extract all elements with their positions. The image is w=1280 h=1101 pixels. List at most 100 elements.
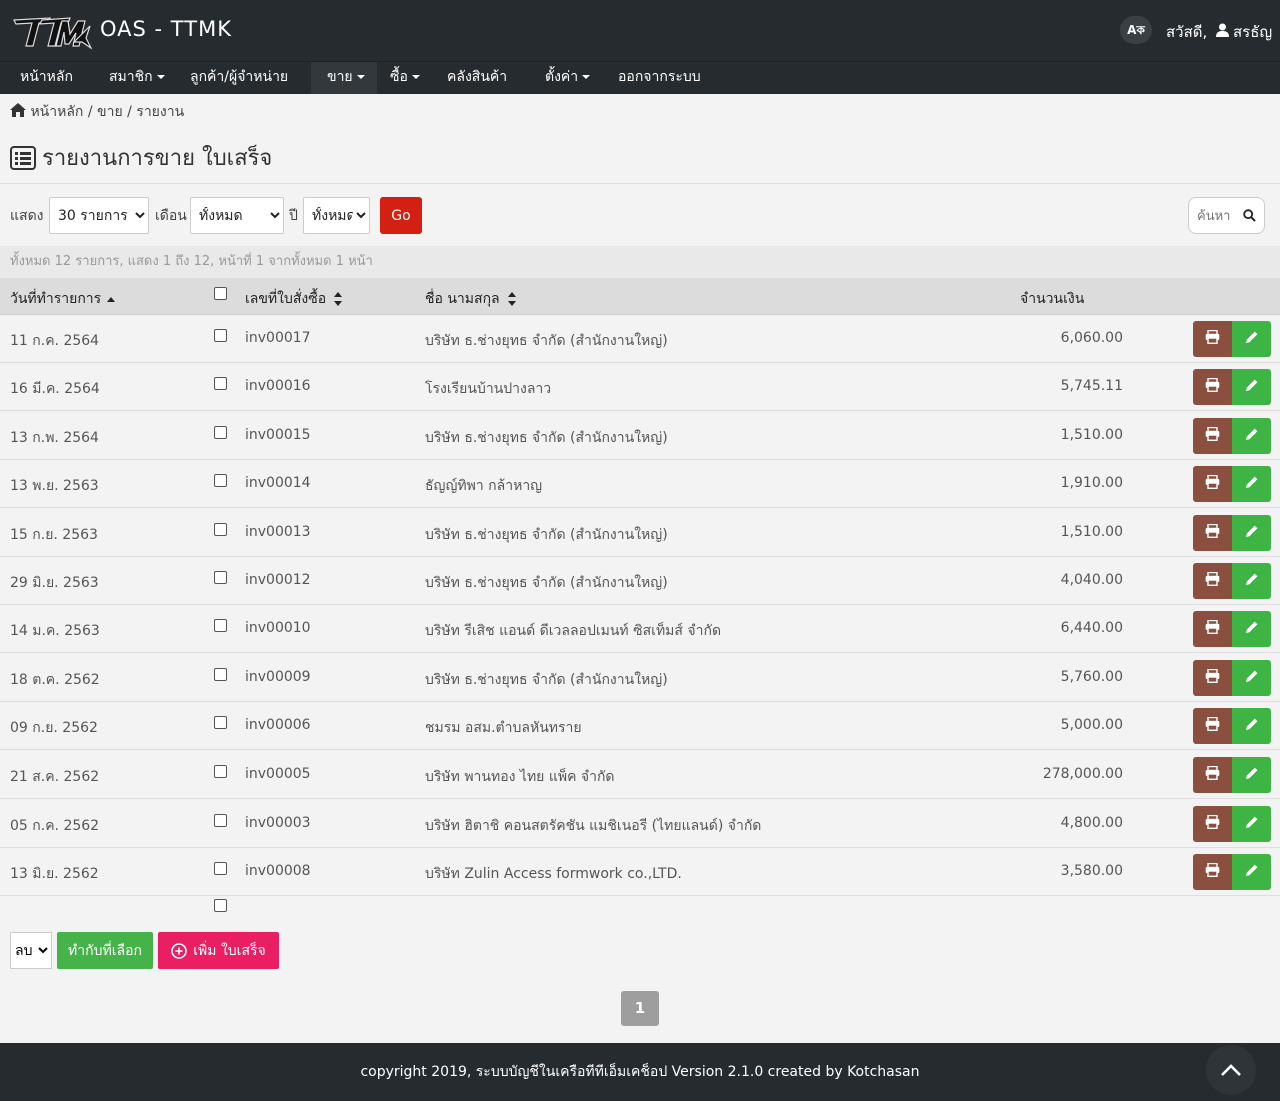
nav-settings[interactable]: ตั้งค่า bbox=[535, 62, 600, 94]
row-checkbox[interactable] bbox=[214, 523, 227, 540]
checkbox[interactable] bbox=[214, 474, 227, 487]
print-button[interactable] bbox=[1193, 708, 1232, 744]
row-checkbox[interactable] bbox=[214, 474, 227, 491]
pencil-icon bbox=[1245, 620, 1259, 638]
edit-button[interactable] bbox=[1232, 369, 1271, 405]
row-checkbox[interactable] bbox=[214, 619, 227, 636]
bulk-action-select[interactable]: ลบ bbox=[10, 932, 52, 969]
col-number-header[interactable]: เลขที่ใบสั่งซื้อ bbox=[245, 288, 343, 310]
row-checkbox[interactable] bbox=[214, 571, 227, 588]
page-1-button[interactable]: 1 bbox=[621, 991, 659, 1026]
checkbox[interactable] bbox=[214, 619, 227, 632]
print-icon bbox=[1205, 765, 1220, 784]
edit-button[interactable] bbox=[1232, 757, 1271, 793]
edit-button[interactable] bbox=[1232, 660, 1271, 696]
print-button[interactable] bbox=[1193, 854, 1232, 890]
breadcrumb-home[interactable]: หน้าหลัก bbox=[30, 104, 83, 120]
table-row: 09 ก.ย. 2562 inv00006 ชมรม อสม.ตำบลหันทราย… bbox=[0, 702, 1280, 750]
print-button[interactable] bbox=[1193, 660, 1232, 696]
row-checkbox[interactable] bbox=[214, 765, 227, 782]
app-title[interactable]: OAS - TTMK bbox=[100, 17, 232, 41]
breadcrumb-separator: / bbox=[127, 104, 132, 120]
checkbox[interactable] bbox=[214, 377, 227, 390]
edit-button[interactable] bbox=[1232, 611, 1271, 647]
row-number: inv00013 bbox=[245, 524, 311, 540]
col-date-header[interactable]: วันที่ทำรายการ bbox=[10, 288, 116, 310]
go-button[interactable]: Go bbox=[380, 197, 422, 234]
checkbox[interactable] bbox=[214, 287, 227, 300]
nav-inventory[interactable]: คลังสินค้า bbox=[437, 62, 517, 94]
checkbox[interactable] bbox=[214, 426, 227, 439]
main-nav: หน้าหลัก สมาชิก ลูกค้า/ผู้จำหน่าย ขาย ซื… bbox=[0, 61, 1280, 94]
row-date: 29 มิ.ย. 2563 bbox=[10, 575, 99, 591]
checkbox[interactable] bbox=[214, 765, 227, 778]
search-icon[interactable] bbox=[1243, 209, 1256, 222]
month-select[interactable]: ทั้งหมด bbox=[190, 197, 284, 234]
breadcrumb: หน้าหลัก / ขาย / รายงาน bbox=[10, 101, 184, 123]
edit-button[interactable] bbox=[1232, 708, 1271, 744]
print-button[interactable] bbox=[1193, 369, 1232, 405]
edit-button[interactable] bbox=[1232, 806, 1271, 842]
print-button[interactable] bbox=[1193, 466, 1232, 502]
nav-label: คลังสินค้า bbox=[447, 69, 508, 85]
search-box bbox=[1188, 197, 1265, 234]
edit-button[interactable] bbox=[1232, 854, 1271, 890]
show-count-select[interactable]: 30 รายการ bbox=[49, 197, 149, 234]
edit-button[interactable] bbox=[1232, 466, 1271, 502]
print-button[interactable] bbox=[1193, 611, 1232, 647]
row-checkbox[interactable] bbox=[214, 426, 227, 443]
row-amount: 5,760.00 bbox=[1060, 669, 1123, 685]
checkbox[interactable] bbox=[214, 862, 227, 875]
nav-logout[interactable]: ออกจากระบบ bbox=[608, 62, 711, 94]
checkbox[interactable] bbox=[214, 899, 227, 912]
select-all-checkbox[interactable] bbox=[214, 287, 227, 304]
nav-home[interactable]: หน้าหลัก bbox=[10, 62, 83, 94]
row-amount: 4,800.00 bbox=[1060, 815, 1123, 831]
row-date: 15 ก.ย. 2563 bbox=[10, 527, 98, 543]
checkbox[interactable] bbox=[214, 571, 227, 584]
breadcrumb-sales[interactable]: ขาย bbox=[97, 104, 123, 120]
edit-button[interactable] bbox=[1232, 321, 1271, 357]
print-button[interactable] bbox=[1193, 321, 1232, 357]
print-icon bbox=[1205, 862, 1220, 881]
apply-selected-button[interactable]: ทำกับที่เลือก bbox=[57, 932, 153, 969]
logo[interactable] bbox=[12, 12, 92, 52]
select-all-footer-checkbox[interactable] bbox=[214, 899, 227, 916]
row-checkbox[interactable] bbox=[214, 668, 227, 685]
user-greeting[interactable]: สวัสดี, สรธัญ bbox=[1166, 20, 1272, 44]
print-button[interactable] bbox=[1193, 563, 1232, 599]
nav-members[interactable]: สมาชิก bbox=[99, 62, 175, 94]
print-button[interactable] bbox=[1193, 757, 1232, 793]
add-receipt-button[interactable]: เพิ่ม ใบเสร็จ bbox=[158, 932, 279, 969]
checkbox[interactable] bbox=[214, 523, 227, 536]
row-checkbox[interactable] bbox=[214, 377, 227, 394]
table-row: 16 มี.ค. 2564 inv00016 โรงเรียนบ้านปางลาว 5… bbox=[0, 363, 1280, 411]
print-button[interactable] bbox=[1193, 418, 1232, 454]
checkbox[interactable] bbox=[214, 329, 227, 342]
edit-button[interactable] bbox=[1232, 418, 1271, 454]
row-checkbox[interactable] bbox=[214, 329, 227, 346]
print-button[interactable] bbox=[1193, 515, 1232, 551]
scroll-to-top-button[interactable] bbox=[1206, 1045, 1256, 1095]
translate-icon[interactable]: Aক bbox=[1120, 16, 1152, 44]
checkbox[interactable] bbox=[214, 668, 227, 681]
breadcrumb-report[interactable]: รายงาน bbox=[136, 104, 184, 120]
nav-label: สมาชิก bbox=[109, 69, 153, 85]
row-checkbox[interactable] bbox=[214, 862, 227, 879]
row-checkbox[interactable] bbox=[214, 814, 227, 831]
row-checkbox[interactable] bbox=[214, 716, 227, 733]
edit-button[interactable] bbox=[1232, 515, 1271, 551]
add-receipt-label: เพิ่ม ใบเสร็จ bbox=[193, 942, 266, 959]
nav-sales[interactable]: ขาย bbox=[311, 62, 377, 94]
print-button[interactable] bbox=[1193, 806, 1232, 842]
row-number: inv00016 bbox=[245, 378, 311, 394]
edit-button[interactable] bbox=[1232, 563, 1271, 599]
col-name-header[interactable]: ชื่อ นามสกุล bbox=[425, 288, 516, 310]
nav-purchase[interactable]: ซื้อ bbox=[380, 62, 430, 94]
pencil-icon bbox=[1245, 669, 1259, 687]
checkbox[interactable] bbox=[214, 716, 227, 729]
nav-customers[interactable]: ลูกค้า/ผู้จำหน่าย bbox=[180, 62, 298, 94]
year-select[interactable]: ทั้งหมด bbox=[303, 197, 370, 234]
checkbox[interactable] bbox=[214, 814, 227, 827]
search-input[interactable] bbox=[1197, 206, 1243, 226]
